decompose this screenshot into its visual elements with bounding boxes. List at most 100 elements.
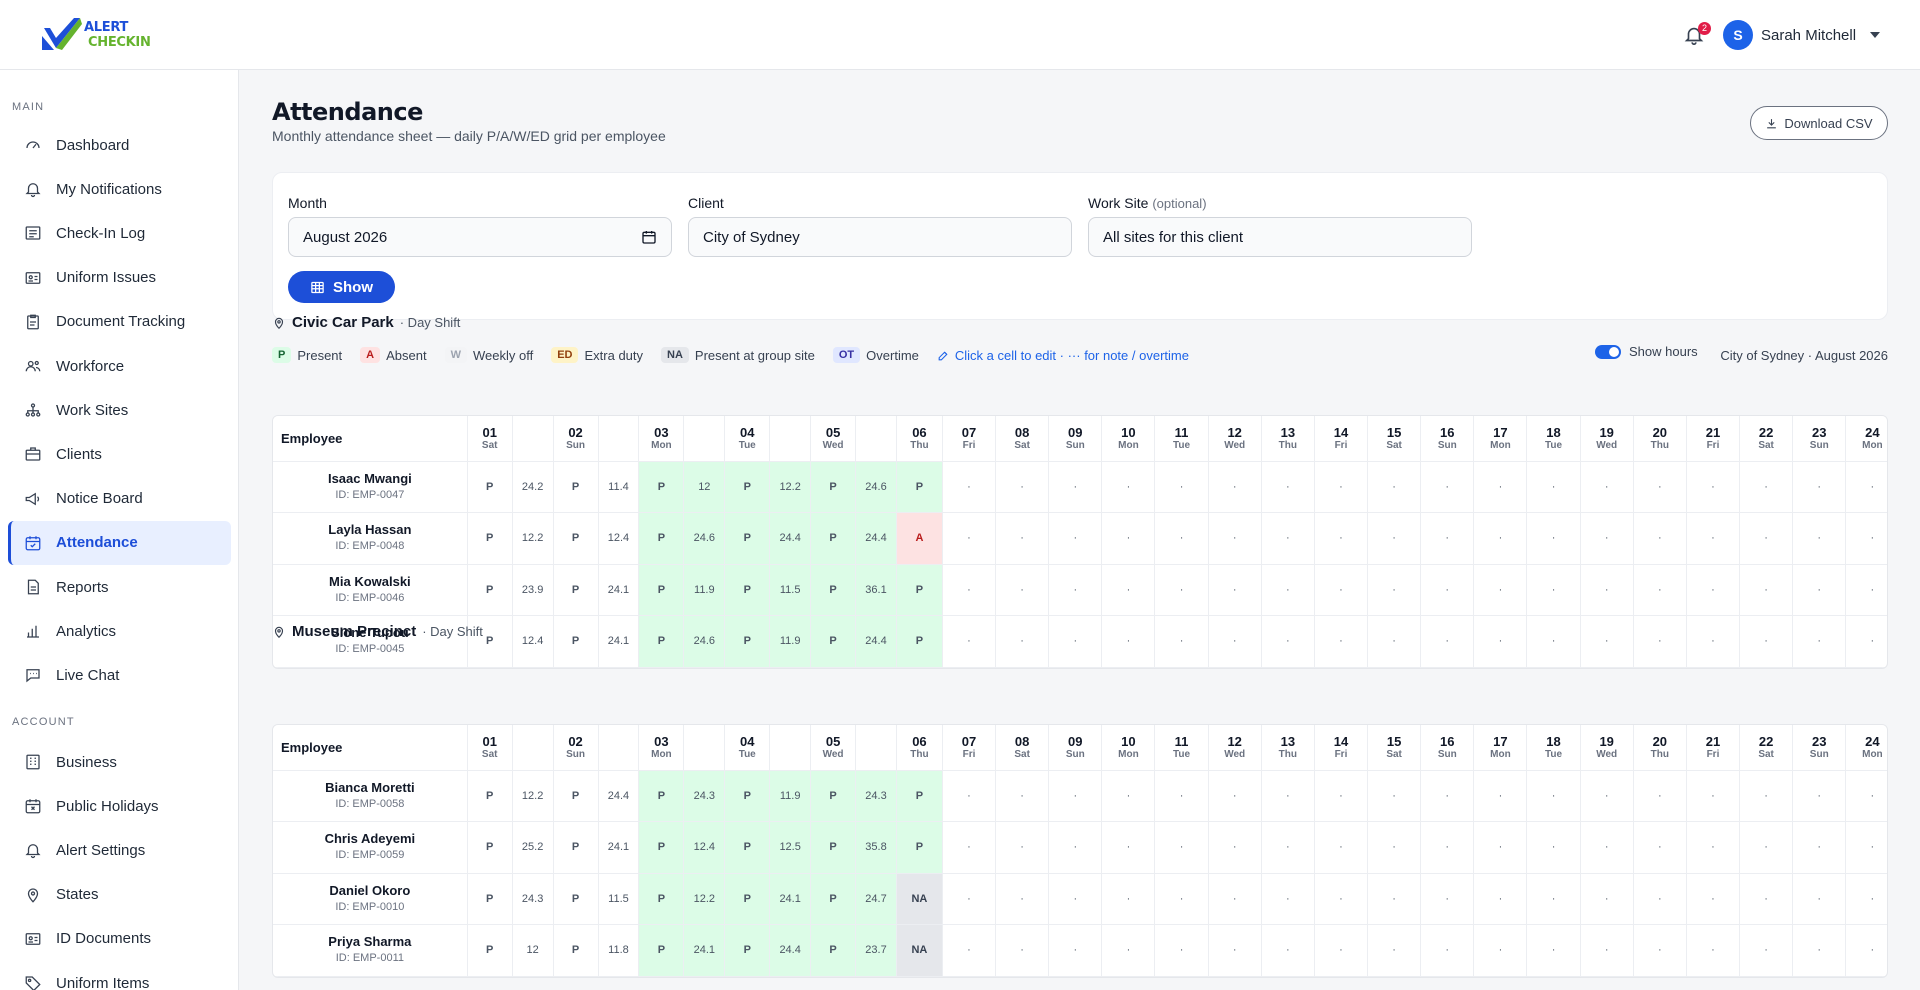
attendance-cell-empty[interactable]: ·: [1473, 821, 1528, 874]
attendance-cell-empty[interactable]: ·: [1048, 873, 1103, 925]
attendance-cell-empty[interactable]: ·: [1314, 770, 1369, 822]
sidebar-item-attendance[interactable]: Attendance: [8, 520, 231, 565]
attendance-cell-empty[interactable]: ·: [1473, 873, 1528, 925]
hours-cell[interactable]: 24.4: [769, 924, 812, 977]
attendance-cell-empty[interactable]: ·: [1420, 512, 1475, 565]
hours-cell[interactable]: 11.8: [598, 924, 640, 977]
attendance-cell-empty[interactable]: ·: [1261, 821, 1315, 874]
toggle-switch[interactable]: [1595, 344, 1621, 359]
attendance-cell[interactable]: P: [467, 512, 513, 565]
attendance-cell-empty[interactable]: ·: [1526, 770, 1581, 822]
attendance-cell[interactable]: P: [467, 821, 513, 874]
attendance-cell[interactable]: P: [467, 770, 513, 822]
attendance-cell-empty[interactable]: ·: [1261, 924, 1315, 977]
hours-cell[interactable]: 25.2: [512, 821, 554, 874]
attendance-cell-empty[interactable]: ·: [1845, 873, 1887, 925]
attendance-cell[interactable]: NA: [896, 873, 943, 925]
attendance-cell-empty[interactable]: ·: [1633, 461, 1687, 513]
sidebar-item-my-notifications[interactable]: My Notifications: [8, 167, 231, 211]
attendance-cell-empty[interactable]: ·: [1686, 461, 1741, 513]
attendance-cell[interactable]: P: [896, 615, 943, 668]
attendance-cell-empty[interactable]: ·: [1845, 770, 1887, 822]
attendance-cell[interactable]: P: [724, 461, 771, 513]
attendance-cell-empty[interactable]: ·: [1154, 564, 1209, 616]
hours-cell[interactable]: 24.1: [598, 564, 640, 616]
hours-cell[interactable]: 24.4: [855, 615, 897, 668]
hours-cell[interactable]: 12.2: [769, 461, 812, 513]
attendance-cell[interactable]: P: [638, 924, 685, 977]
show-hours-toggle[interactable]: Show hours: [1595, 344, 1698, 359]
attendance-cell[interactable]: P: [896, 821, 943, 874]
attendance-cell-empty[interactable]: ·: [1208, 615, 1262, 668]
hours-cell[interactable]: 12.2: [512, 770, 554, 822]
hours-cell[interactable]: 24.3: [512, 873, 554, 925]
attendance-cell-empty[interactable]: ·: [1792, 615, 1847, 668]
hours-cell[interactable]: 35.8: [855, 821, 897, 874]
hours-cell[interactable]: 12: [683, 461, 726, 513]
attendance-cell[interactable]: P: [553, 770, 599, 822]
attendance-cell[interactable]: P: [724, 873, 771, 925]
attendance-cell[interactable]: P: [467, 461, 513, 513]
hours-cell[interactable]: 24.3: [855, 770, 897, 822]
attendance-cell-empty[interactable]: ·: [1792, 564, 1847, 616]
attendance-cell-empty[interactable]: ·: [1101, 821, 1156, 874]
attendance-cell-empty[interactable]: ·: [942, 821, 997, 874]
attendance-cell[interactable]: P: [553, 512, 599, 565]
attendance-cell[interactable]: P: [896, 461, 943, 513]
sidebar-item-business[interactable]: Business: [8, 740, 231, 784]
attendance-cell-empty[interactable]: ·: [1261, 461, 1315, 513]
attendance-cell-empty[interactable]: ·: [1845, 461, 1887, 513]
client-select[interactable]: City of Sydney: [688, 217, 1072, 257]
attendance-cell-empty[interactable]: ·: [1420, 924, 1475, 977]
attendance-cell-empty[interactable]: ·: [1314, 461, 1369, 513]
hours-cell[interactable]: 12: [512, 924, 554, 977]
attendance-cell-empty[interactable]: ·: [995, 615, 1050, 668]
attendance-cell-empty[interactable]: ·: [1154, 615, 1209, 668]
attendance-cell-empty[interactable]: ·: [1420, 564, 1475, 616]
attendance-cell-empty[interactable]: ·: [1633, 770, 1687, 822]
hours-cell[interactable]: 24.1: [769, 873, 812, 925]
attendance-cell-empty[interactable]: ·: [942, 615, 997, 668]
attendance-cell[interactable]: P: [553, 564, 599, 616]
sidebar-item-analytics[interactable]: Analytics: [8, 609, 231, 653]
attendance-cell-empty[interactable]: ·: [1367, 461, 1422, 513]
attendance-cell-empty[interactable]: ·: [1792, 873, 1847, 925]
sidebar-item-workforce[interactable]: Workforce: [8, 344, 231, 388]
attendance-cell[interactable]: NA: [896, 924, 943, 977]
hours-cell[interactable]: 11.5: [769, 564, 812, 616]
attendance-cell-empty[interactable]: ·: [1739, 615, 1794, 668]
attendance-cell-empty[interactable]: ·: [1048, 615, 1103, 668]
attendance-cell-empty[interactable]: ·: [1633, 512, 1687, 565]
hours-cell[interactable]: 12.2: [683, 873, 726, 925]
hours-cell[interactable]: 24.1: [598, 615, 640, 668]
hours-cell[interactable]: 24.4: [598, 770, 640, 822]
hours-cell[interactable]: 23.9: [512, 564, 554, 616]
sidebar-item-public-holidays[interactable]: Public Holidays: [8, 784, 231, 828]
attendance-cell-empty[interactable]: ·: [1845, 615, 1887, 668]
attendance-cell-empty[interactable]: ·: [1367, 873, 1422, 925]
attendance-cell-empty[interactable]: ·: [995, 461, 1050, 513]
attendance-cell-empty[interactable]: ·: [1633, 873, 1687, 925]
attendance-cell-empty[interactable]: ·: [1526, 564, 1581, 616]
attendance-cell-empty[interactable]: ·: [1845, 924, 1887, 977]
attendance-cell-empty[interactable]: ·: [1261, 770, 1315, 822]
hours-cell[interactable]: 11.9: [769, 770, 812, 822]
sidebar-item-id-documents[interactable]: ID Documents: [8, 917, 231, 961]
attendance-cell-empty[interactable]: ·: [1473, 924, 1528, 977]
attendance-cell-empty[interactable]: ·: [1739, 564, 1794, 616]
attendance-cell[interactable]: P: [810, 564, 857, 616]
attendance-cell-empty[interactable]: ·: [1580, 615, 1634, 668]
attendance-cell-empty[interactable]: ·: [1792, 924, 1847, 977]
hours-cell[interactable]: 24.7: [855, 873, 897, 925]
attendance-cell[interactable]: P: [896, 564, 943, 616]
attendance-cell-empty[interactable]: ·: [1367, 615, 1422, 668]
attendance-cell[interactable]: P: [638, 770, 685, 822]
attendance-cell-empty[interactable]: ·: [1792, 512, 1847, 565]
attendance-cell-empty[interactable]: ·: [995, 873, 1050, 925]
attendance-cell-empty[interactable]: ·: [1208, 461, 1262, 513]
attendance-cell-empty[interactable]: ·: [1154, 821, 1209, 874]
attendance-cell-empty[interactable]: ·: [1580, 512, 1634, 565]
attendance-cell-empty[interactable]: ·: [1580, 821, 1634, 874]
attendance-cell-empty[interactable]: ·: [1261, 615, 1315, 668]
sidebar-item-clients[interactable]: Clients: [8, 432, 231, 476]
